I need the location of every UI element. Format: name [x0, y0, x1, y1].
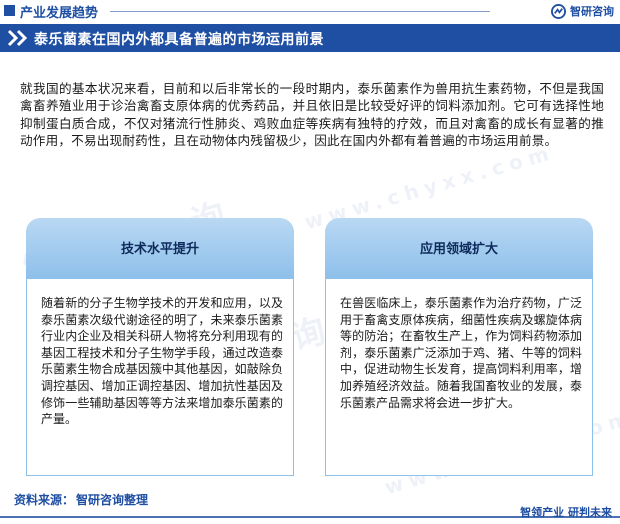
card-title: 应用领域扩大 [419, 242, 498, 257]
card-text: 随着新的分子生物学技术的开发和应用，以及泰乐菌素次级代谢途径的明了，未来泰乐菌素… [41, 296, 283, 427]
page-title: 泰乐菌素在国内外都具备普遍的市场运用前景 [34, 32, 324, 48]
section-title: 产业发展趋势 [20, 6, 99, 21]
card-body: 在兽医临床上，泰乐菌素作为治疗药物，广泛用于畜禽支原体疾病，细菌性疾病及螺旋体病… [325, 278, 593, 476]
card-application: 应用领域扩大 在兽医临床上，泰乐菌素作为治疗药物，广泛用于畜禽支原体疾病，细菌性… [325, 218, 593, 476]
brand-name: 智研咨询 [570, 5, 614, 18]
card-header: 应用领域扩大 [325, 218, 593, 278]
header-divider [110, 11, 490, 12]
brand: 智研咨询 [551, 2, 614, 20]
square-marker-icon [4, 5, 15, 16]
source-label: 资料来源： [14, 493, 75, 507]
source-name: 智研咨询整理 [76, 493, 149, 507]
intro-paragraph: 就我国的基本状况来看，目前和以后非常长的一段时期内，泰乐菌素作为兽用抗生素药物，… [20, 81, 604, 149]
top-header: 产业发展趋势 智研咨询 [0, 0, 620, 22]
brand-logo-icon [551, 3, 566, 19]
card-header: 技术水平提升 [26, 218, 294, 278]
card-text: 在兽医临床上，泰乐菌素作为治疗药物，广泛用于畜禽支原体疾病，细菌性疾病及螺旋体病… [340, 296, 582, 410]
double-chevron-icon [7, 29, 28, 47]
card-body: 随着新的分子生物学技术的开发和应用，以及泰乐菌素次级代谢途径的明了，未来泰乐菌素… [26, 278, 294, 476]
footer-divider [0, 516, 620, 518]
source-note: 资料来源： 智研咨询整理 [14, 491, 148, 508]
title-band: 泰乐菌素在国内外都具备普遍的市场运用前景 [0, 24, 620, 52]
card-technology: 技术水平提升 随着新的分子生物学技术的开发和应用，以及泰乐菌素次级代谢途径的明了… [26, 218, 294, 476]
card-title: 技术水平提升 [120, 242, 199, 257]
